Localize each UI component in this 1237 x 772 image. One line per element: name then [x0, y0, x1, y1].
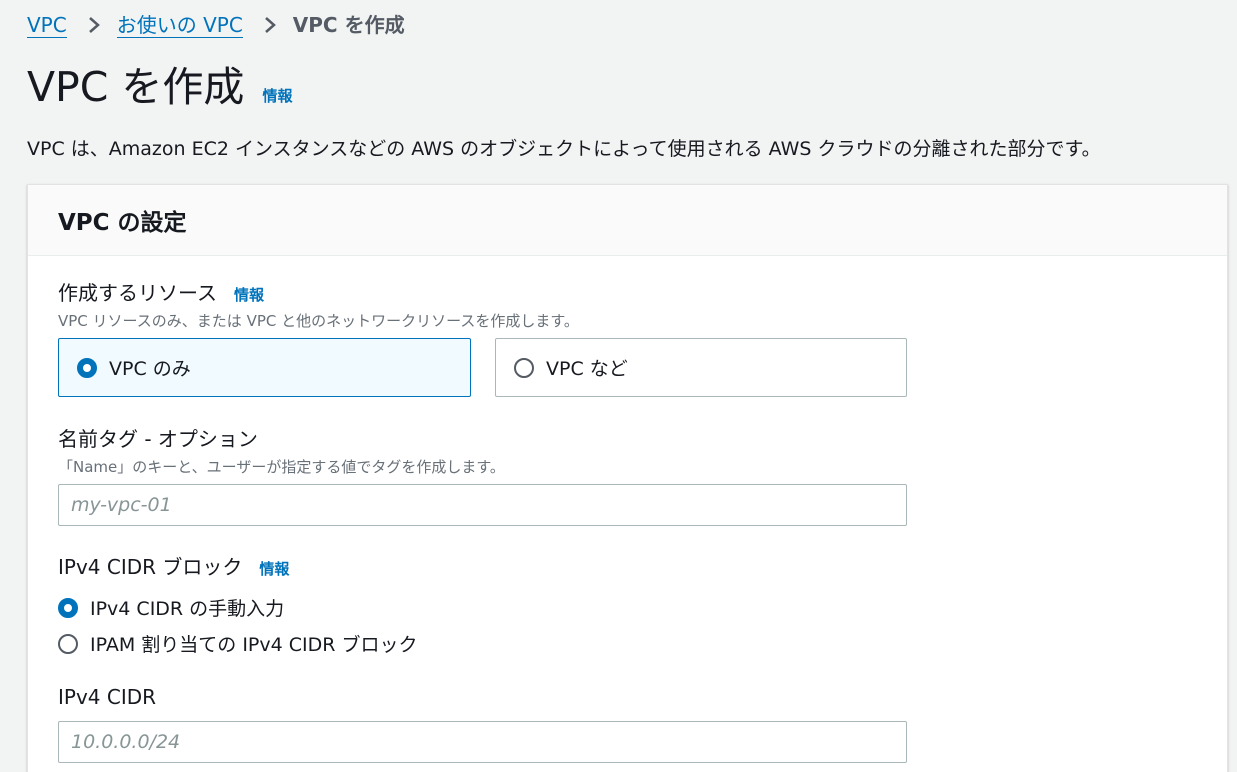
chevron-right-icon [85, 13, 103, 37]
breadcrumb-current: VPC を作成 [292, 13, 405, 37]
name-tag-input[interactable] [58, 484, 907, 526]
breadcrumb-link-your-vpcs[interactable]: お使いの VPC [116, 13, 243, 38]
name-tag-label: 名前タグ - オプション [58, 427, 258, 451]
radio-ipam-allocated-label: IPAM 割り当ての IPv4 CIDR ブロック [90, 634, 418, 656]
ipv4-block-label: IPv4 CIDR ブロック [58, 555, 243, 579]
page-header: VPC を作成 情報 [27, 58, 292, 116]
ipv4-cidr-label: IPv4 CIDR [58, 685, 157, 709]
ipv4-block-field: IPv4 CIDR ブロック 情報 [58, 551, 289, 580]
tile-vpc-only-label: VPC のみ [109, 358, 191, 380]
radio-ipv4-manual[interactable]: IPv4 CIDR の手動入力 [58, 594, 284, 621]
name-tag-field: 名前タグ - オプション 「Name」のキーと、ユーザーが指定する値でタグを作成… [58, 423, 505, 477]
radio-ipam-allocated[interactable]: IPAM 割り当ての IPv4 CIDR ブロック [58, 630, 418, 657]
tile-vpc-and-more[interactable]: VPC など [495, 338, 907, 397]
resources-info-link[interactable]: 情報 [234, 284, 264, 305]
resources-hint: VPC リソースのみ、または VPC と他のネットワークリソースを作成します。 [58, 312, 579, 330]
page-description: VPC は、Amazon EC2 インスタンスなどの AWS のオブジェクトによ… [27, 138, 1101, 160]
tile-vpc-only[interactable]: VPC のみ [58, 338, 471, 397]
page-title: VPC を作成 [27, 63, 245, 111]
radio-ipv4-manual-label: IPv4 CIDR の手動入力 [90, 598, 285, 620]
breadcrumb: VPC お使いの VPC VPC を作成 [27, 10, 405, 40]
page-info-link[interactable]: 情報 [262, 85, 292, 106]
ipv4-cidr-field: IPv4 CIDR [58, 685, 156, 709]
panel-header: VPC の設定 [28, 185, 1227, 256]
ipv4-block-info-link[interactable]: 情報 [259, 558, 289, 579]
radio-unchecked-icon [514, 357, 534, 378]
resources-field: 作成するリソース 情報 VPC リソースのみ、または VPC と他のネットワーク… [58, 277, 579, 331]
name-tag-hint: 「Name」のキーと、ユーザーが指定する値でタグを作成します。 [58, 458, 505, 476]
vpc-settings-panel: VPC の設定 作成するリソース 情報 VPC リソースのみ、または VPC と… [27, 184, 1228, 772]
radio-checked-icon [77, 357, 97, 378]
chevron-right-icon [261, 13, 279, 37]
breadcrumb-link-vpc[interactable]: VPC [27, 13, 67, 38]
radio-checked-icon [58, 597, 78, 618]
ipv4-cidr-input[interactable] [58, 721, 907, 763]
create-vpc-page: VPC お使いの VPC VPC を作成 VPC を作成 情報 VPC は、Am… [0, 0, 1237, 772]
tile-vpc-and-more-label: VPC など [546, 358, 628, 380]
resources-label: 作成するリソース [58, 281, 217, 305]
panel-title: VPC の設定 [58, 210, 187, 236]
radio-unchecked-icon [58, 633, 78, 654]
